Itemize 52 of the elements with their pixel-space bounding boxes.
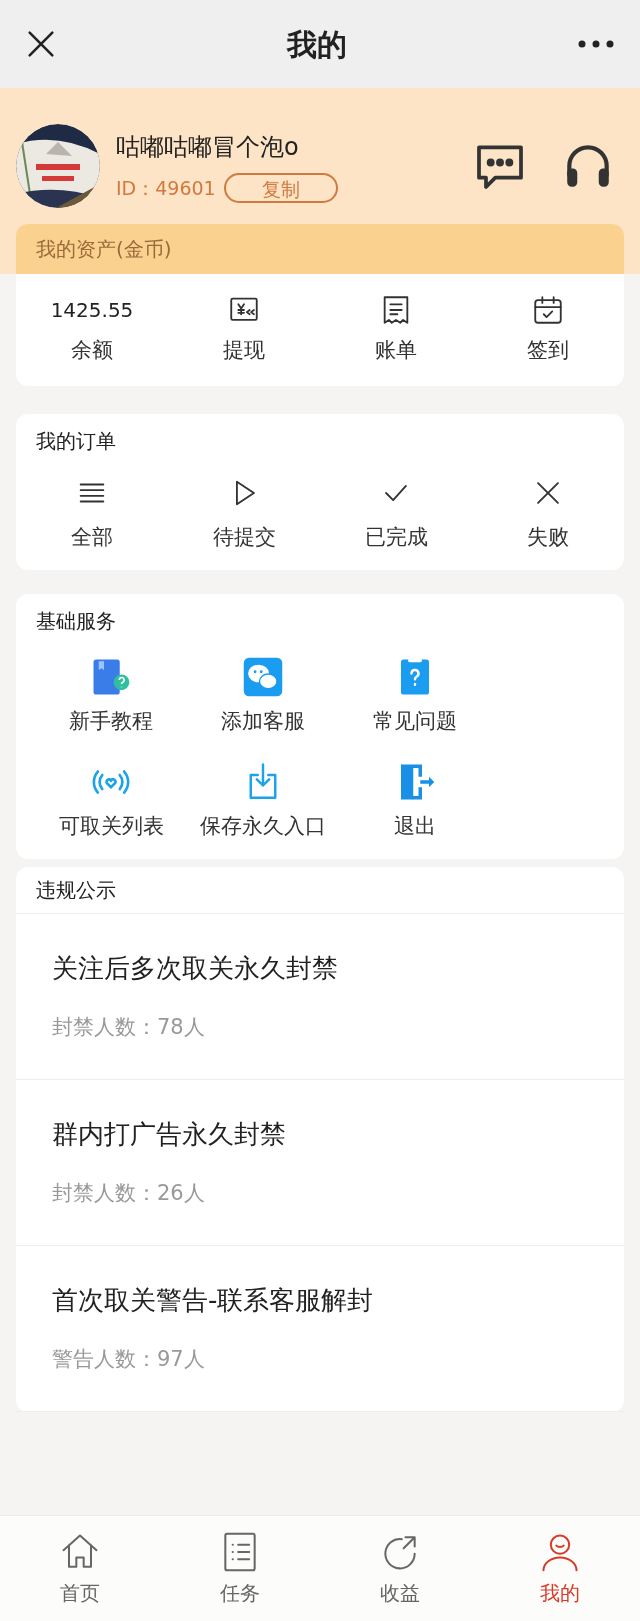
service-label: 添加客服 (221, 707, 305, 735)
service-item[interactable]: 新手教程 (36, 655, 186, 737)
violation-title: 关注后多次取关永久封禁 (52, 951, 339, 985)
service-item[interactable]: 退出 (340, 761, 490, 843)
tab[interactable]: 任务 (160, 1516, 320, 1621)
service-item[interactable]: 常见问题 (340, 655, 490, 737)
section-title: 违规公示 (36, 877, 116, 902)
asset-item[interactable]: 账单 (320, 293, 472, 367)
order-label: 全部 (71, 524, 113, 551)
asset-label: 提现 (223, 337, 265, 365)
order-item[interactable]: 全部 (16, 476, 168, 554)
asset-item[interactable]: 提现 (168, 293, 320, 367)
more-icon[interactable] (576, 38, 616, 50)
order-label: 失败 (527, 524, 569, 551)
asset-item[interactable]: 1425.55 余额 (16, 293, 168, 367)
violation-count: 警告人数：97人 (52, 1345, 206, 1373)
service-item[interactable]: 保存永久入口 (188, 761, 338, 843)
service-item[interactable]: 添加客服 (188, 655, 338, 737)
violation-count: 封禁人数：78人 (52, 1013, 206, 1041)
service-label: 保存永久入口 (200, 813, 326, 840)
chat-bubbles-icon (242, 655, 284, 698)
tab-label: 我的 (540, 1579, 580, 1607)
violation-title: 首次取关警告-联系客服解封 (52, 1283, 375, 1317)
tab[interactable]: 收益 (320, 1516, 480, 1621)
asset-label: 签到 (527, 337, 569, 365)
service-label: 退出 (394, 813, 436, 840)
section-title: 基础服务 (36, 608, 116, 633)
order-item[interactable]: 待提交 (168, 476, 320, 554)
service-label: 常见问题 (373, 707, 457, 735)
tab-label: 首页 (60, 1579, 100, 1607)
order-item[interactable]: 已完成 (320, 476, 472, 554)
balance-value: 1425.55 (50, 297, 134, 325)
section-title: 我的资产(金币) (36, 236, 172, 263)
violation-count: 封禁人数：26人 (52, 1179, 206, 1207)
service-item[interactable]: 可取关列表 (36, 761, 186, 843)
service-label: 新手教程 (69, 707, 153, 735)
user-name: 咕嘟咕嘟冒个泡o (116, 132, 300, 163)
tab-label: 收益 (380, 1579, 420, 1607)
asset-label: 账单 (375, 337, 417, 365)
page-title: 我的 (287, 25, 347, 64)
section-title: 我的订单 (36, 429, 116, 453)
order-label: 已完成 (364, 524, 428, 551)
tab[interactable]: 首页 (0, 1516, 160, 1621)
tab-label: 任务 (220, 1579, 260, 1607)
user-id: ID：49601 (116, 175, 216, 201)
tab[interactable]: 我的 (480, 1516, 640, 1621)
violation-title: 群内打广告永久封禁 (52, 1117, 287, 1151)
asset-label: 余额 (71, 337, 113, 365)
order-label: 待提交 (212, 524, 276, 551)
order-item[interactable]: 失败 (472, 476, 624, 554)
service-label: 可取关列表 (58, 813, 164, 840)
asset-item[interactable]: 签到 (472, 293, 624, 367)
